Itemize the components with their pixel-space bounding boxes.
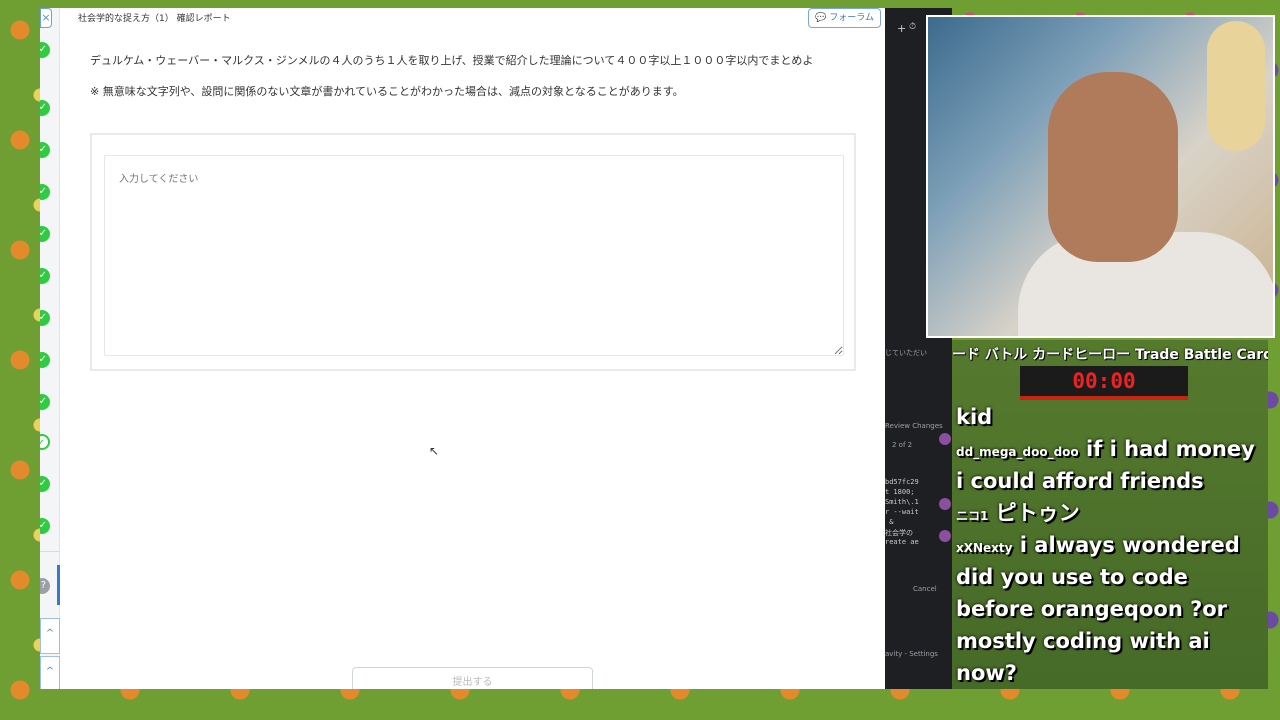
chat-message-text: did you use to code (956, 565, 1188, 589)
review-changes-label[interactable]: Review Changes (885, 422, 943, 430)
check-icon[interactable]: ✓ (40, 394, 50, 410)
forum-button[interactable]: 💬 フォーラム (808, 8, 881, 28)
timer-display: 00:00 (1020, 366, 1188, 400)
check-icon[interactable]: ✓ (40, 184, 50, 200)
chat-message-text: now? (956, 661, 1017, 685)
webcam-feed (926, 15, 1275, 338)
help-icon[interactable]: ? (40, 578, 50, 594)
chat-message-text: mostly coding with ai (956, 629, 1210, 653)
code-line: Smith\.1 (885, 498, 919, 506)
code-line: reate ae (885, 538, 919, 546)
check-icon[interactable]: ✓ (40, 310, 50, 326)
close-icon[interactable]: × (40, 8, 52, 28)
check-icon[interactable]: ✓ (40, 226, 50, 242)
chat-message-text: i could afford friends (956, 469, 1204, 493)
chat-message-text: if i had money (1085, 437, 1255, 461)
chat-message: xXNexty i always wondered (956, 529, 1240, 564)
check-icon[interactable]: ✓ (40, 476, 50, 492)
chat-message: ニコ1 ピトゥン (956, 497, 1080, 532)
cancel-button[interactable]: Cancel (913, 585, 937, 593)
code-line: t 1800; (885, 488, 915, 496)
check-icon[interactable]: ✓ (40, 518, 50, 534)
code-line: & (885, 518, 894, 526)
current-check-icon[interactable]: ✓ (40, 434, 50, 450)
mouse-cursor-icon: ↖ (429, 444, 440, 458)
check-icon[interactable]: ✓ (40, 142, 50, 158)
rail-divider (40, 551, 60, 552)
avatar (939, 530, 951, 542)
note-text: ※ 無意味な文字列や、設問に関係のない文章が書かれていることがわかった場合は、減… (90, 85, 684, 98)
chevron-up-icon[interactable]: ^ (40, 656, 60, 689)
chat-message-text: i always wondered (1019, 533, 1240, 557)
chat-bubble-icon: 💬 (815, 13, 827, 23)
chat-overlay: ード バトル カードヒーロー Trade Battle Card H 00:00… (952, 340, 1268, 689)
rail-active-indicator (57, 565, 60, 605)
chat-username: xXNexty (956, 541, 1013, 555)
ide-partial-text: じていただい (885, 349, 927, 357)
check-icon[interactable]: ✓ (40, 42, 50, 58)
chevron-up-icon[interactable]: ^ (40, 618, 60, 654)
forum-button-label: フォーラム (829, 13, 874, 23)
browser-page: × ✓ ✓ ✓ ✓ ✓ ✓ ✓ ✓ ✓ ✓ ✓ ✓ ? ^ ^ 社会学的な捉え方… (40, 8, 885, 689)
chat-message-text: kid (956, 405, 993, 429)
ticker-text: ード バトル カードヒーロー Trade Battle Card H (952, 347, 1268, 363)
check-icon[interactable]: ✓ (40, 352, 50, 368)
streamer-head-image (1048, 72, 1178, 262)
teddy-bear-image (1207, 21, 1265, 151)
question-text: デュルケム・ウェーバー・マルクス・ジンメルの４人のうち１人を取り上げ、授業で紹介… (90, 54, 814, 67)
chat-username: ニコ1 (956, 509, 989, 523)
chat-message: did you use to code (956, 561, 1188, 593)
code-line: bd57fc29 (885, 478, 919, 486)
settings-label[interactable]: avity - Settings (885, 650, 938, 658)
answer-textarea[interactable] (104, 155, 844, 356)
avatar (939, 498, 951, 510)
check-icon[interactable]: ✓ (40, 268, 50, 284)
chat-message: kid (956, 401, 992, 433)
chat-message: mostly coding with ai (956, 625, 1210, 657)
chat-message-text: ピトゥン (995, 501, 1080, 525)
pager-label: 2 of 2 (892, 441, 913, 449)
chat-message-text: before orangeqoon ?or (956, 597, 1228, 621)
progress-rail: × ✓ ✓ ✓ ✓ ✓ ✓ ✓ ✓ ✓ ✓ ✓ ✓ ? ^ ^ (40, 8, 60, 689)
code-line: r --wait (885, 508, 919, 516)
page-title: 社会学的な捉え方（1） 確認レポート (78, 14, 231, 24)
chat-message: before orangeqoon ?or (956, 593, 1227, 625)
submit-button[interactable]: 提出する (352, 667, 593, 689)
chat-message: now? (956, 657, 1017, 689)
avatar (939, 433, 951, 445)
chat-message: i could afford friends (956, 465, 1204, 497)
answer-card (90, 133, 856, 371)
code-line: 社会学の (885, 529, 913, 537)
chat-message: dd_mega_doo_doo if i had money (956, 433, 1255, 468)
check-icon[interactable]: ✓ (40, 100, 50, 116)
chat-username: dd_mega_doo_doo (956, 445, 1079, 459)
